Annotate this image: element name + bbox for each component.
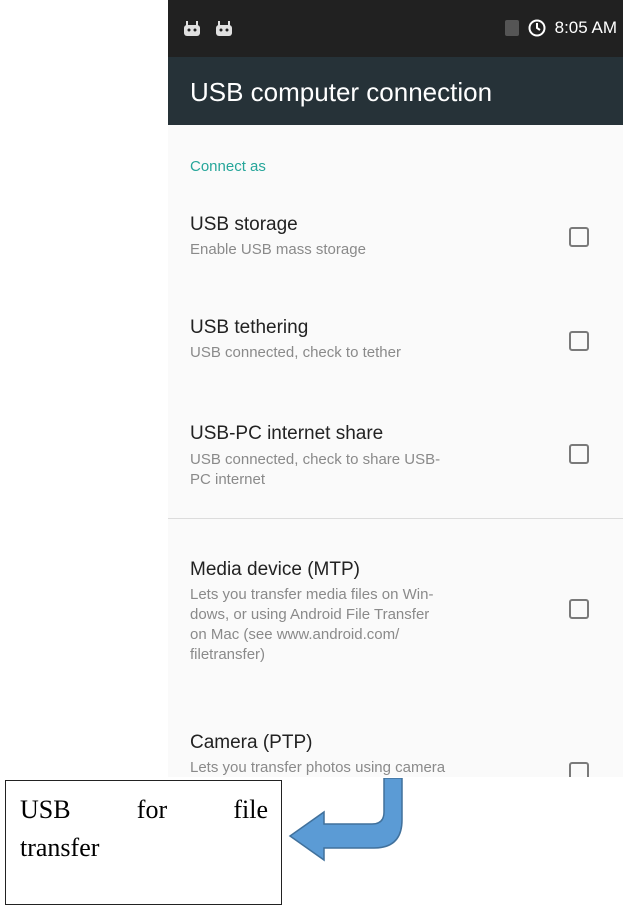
callout-word: file	[233, 795, 268, 824]
list-item-usb-tethering[interactable]: USB tethering USB connected, check to te…	[168, 310, 623, 380]
item-summary: Lets you transfer media files on Win- do…	[190, 585, 530, 665]
battery-icon	[504, 20, 519, 36]
item-summary: USB connected, check to share USB- PC in…	[190, 450, 530, 490]
android-notification-icon	[216, 21, 232, 36]
callout-word: for	[136, 795, 168, 824]
item-title: Media device (MTP)	[190, 559, 360, 580]
item-summary: Enable USB mass storage	[190, 241, 366, 258]
toolbar: USB computer connection	[168, 57, 623, 125]
phone-screen: 8:05 AM USB computer connection Connect …	[168, 0, 623, 777]
usb-storage-checkbox[interactable]	[569, 227, 589, 247]
arrow-icon	[288, 778, 403, 862]
item-summary: USB connected, check to tether	[190, 344, 401, 361]
android-notification-icon	[184, 21, 200, 36]
callout-line-2: transfer	[20, 833, 100, 862]
usb-pc-internet-share-checkbox[interactable]	[569, 444, 589, 464]
callout-line-1: USB for file	[20, 795, 268, 825]
section-header: Connect as	[190, 158, 266, 175]
summary-line: filetransfer)	[190, 646, 266, 663]
list-item-usb-pc-internet-share[interactable]: USB-PC internet share USB connected, che…	[168, 417, 623, 497]
camera-ptp-checkbox[interactable]	[569, 762, 589, 777]
item-title: USB-PC internet share	[190, 423, 384, 444]
summary-line: on Mac (see www.android.com/	[190, 626, 400, 643]
summary-line: Lets you transfer media files on Win-	[190, 586, 434, 603]
item-title: USB tethering	[190, 317, 309, 338]
annotation-callout: USB for file transfer	[5, 780, 282, 905]
preference-list: Connect as USB storage Enable USB mass s…	[168, 125, 623, 777]
item-title: USB storage	[190, 214, 298, 235]
list-item-camera-ptp[interactable]: Camera (PTP) Lets you transfer photos us…	[168, 728, 623, 777]
summary-line: USB connected, check to share USB-	[190, 451, 441, 468]
item-summary: Lets you transfer photos using camera	[190, 759, 446, 776]
summary-line: dows, or using Android File Transfer	[190, 606, 430, 623]
status-bar: 8:05 AM	[168, 0, 623, 57]
list-item-media-device-mtp[interactable]: Media device (MTP) Lets you transfer med…	[168, 552, 623, 677]
page-title: USB computer connection	[190, 77, 493, 107]
list-item-usb-storage[interactable]: USB storage Enable USB mass storage	[168, 207, 623, 277]
status-time: 8:05 AM	[554, 18, 617, 37]
divider	[168, 518, 623, 519]
item-title: Camera (PTP)	[190, 732, 313, 753]
media-device-mtp-checkbox[interactable]	[569, 599, 589, 619]
usb-tethering-checkbox[interactable]	[569, 331, 589, 351]
notification-icons	[182, 20, 234, 36]
sync-icon	[528, 19, 546, 37]
callout-word: USB	[20, 795, 71, 824]
summary-line: PC internet	[190, 471, 266, 488]
system-icons: 8:05 AM	[504, 18, 617, 38]
